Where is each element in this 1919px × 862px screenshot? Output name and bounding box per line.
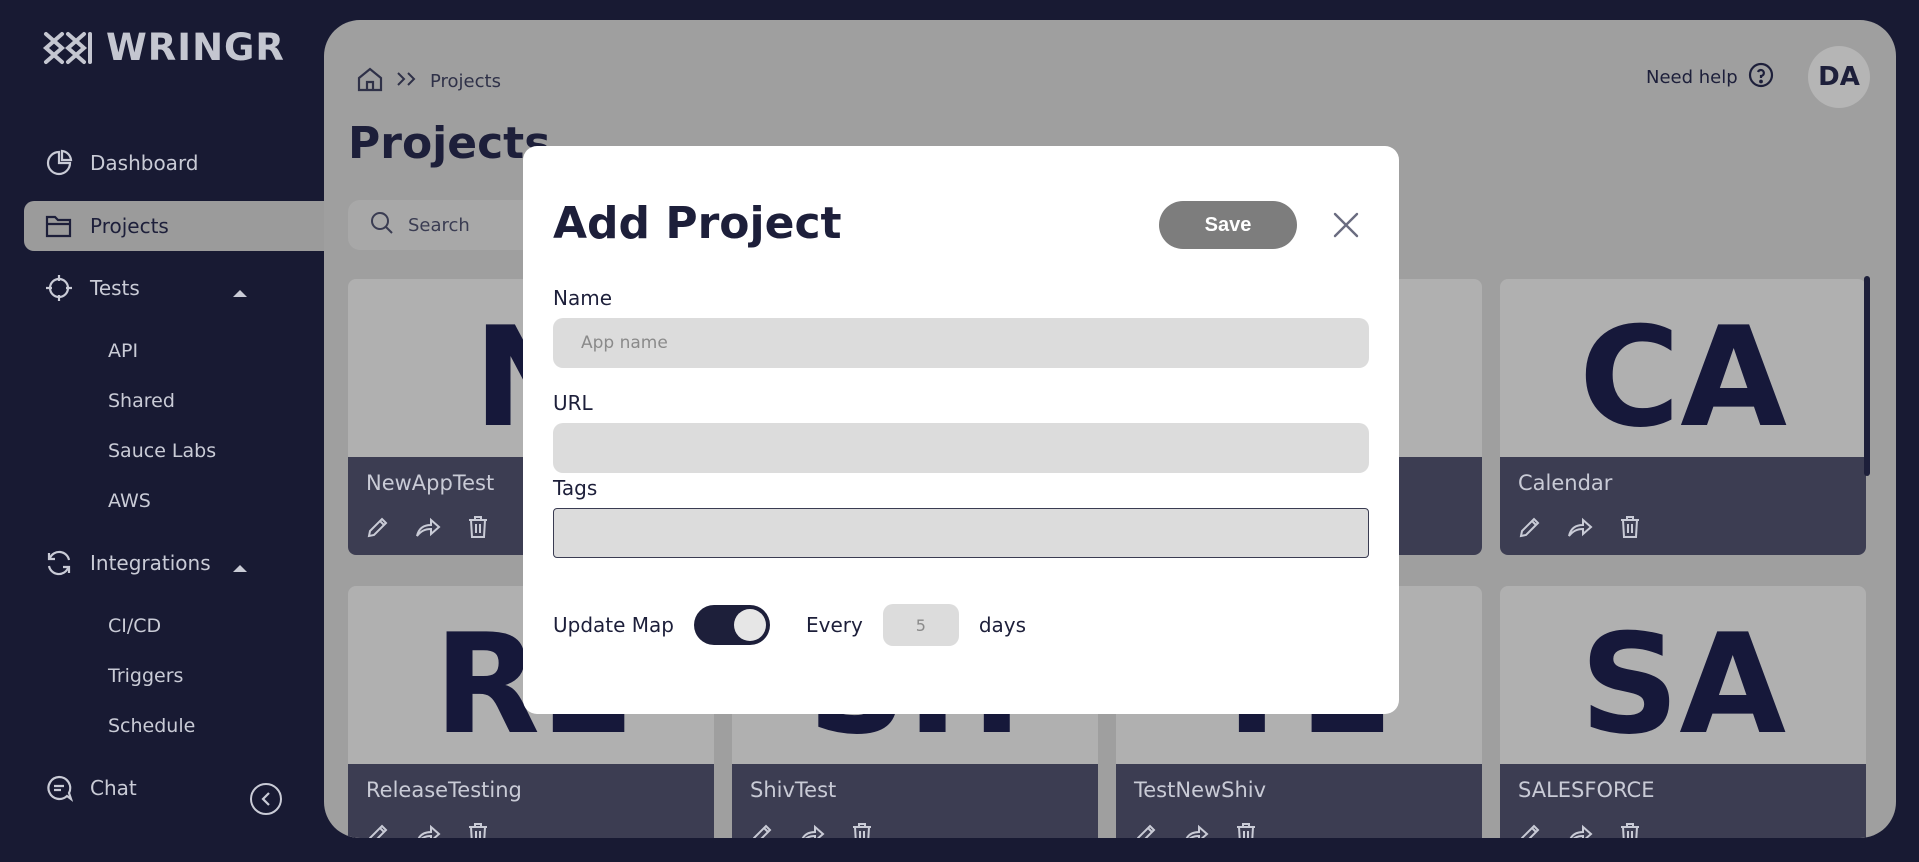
trash-icon[interactable] — [1232, 820, 1260, 838]
project-actions — [364, 513, 492, 541]
help-link[interactable]: Need help — [1646, 62, 1774, 93]
save-button[interactable]: Save — [1159, 201, 1297, 249]
tags-label: Tags — [553, 476, 598, 500]
sidebar-subitem-triggers[interactable]: Triggers — [108, 665, 183, 687]
sidebar-item-tests[interactable]: Tests — [24, 263, 324, 313]
sidebar-item-label: Projects — [90, 214, 169, 238]
chevron-left-icon — [261, 792, 270, 806]
project-name[interactable]: SALESFORCE — [1518, 778, 1654, 802]
project-initials: CA — [1578, 297, 1788, 458]
folder-icon — [44, 211, 74, 241]
breadcrumb-current[interactable]: Projects — [430, 71, 501, 92]
project-card[interactable]: SA SALESFORCE — [1500, 586, 1866, 838]
pie-chart-icon — [44, 148, 74, 178]
edit-icon[interactable] — [364, 820, 392, 838]
sidebar-subitem-schedule[interactable]: Schedule — [108, 715, 195, 737]
scrollbar-thumb[interactable] — [1864, 276, 1870, 476]
sidebar-item-label: Dashboard — [90, 151, 199, 175]
edit-icon[interactable] — [748, 820, 776, 838]
project-card-footer: SALESFORCE — [1500, 764, 1866, 838]
project-card-footer: ReleaseTesting — [348, 764, 714, 838]
page-title: Projects — [348, 118, 551, 169]
avatar[interactable]: DA — [1808, 46, 1870, 108]
edit-icon[interactable] — [1132, 820, 1160, 838]
sidebar-item-projects[interactable]: Projects — [24, 201, 324, 251]
project-actions — [1516, 820, 1644, 838]
sidebar-item-label: Chat — [90, 776, 137, 800]
days-label: days — [978, 613, 1027, 637]
close-icon — [1333, 212, 1359, 238]
toggle-knob — [734, 609, 766, 641]
project-name[interactable]: ReleaseTesting — [366, 778, 522, 802]
tags-field[interactable] — [553, 508, 1369, 558]
sidebar-subitem-shared[interactable]: Shared — [108, 390, 175, 412]
share-icon[interactable] — [1566, 820, 1594, 838]
logo[interactable]: WRINGR — [42, 26, 285, 69]
update-map-toggle[interactable] — [694, 605, 770, 645]
sidebar: WRINGR Dashboard Projects Tests API Shar… — [0, 0, 324, 862]
name-label: Name — [553, 286, 613, 310]
sidebar-subitem-cicd[interactable]: CI/CD — [108, 615, 161, 637]
search-icon — [370, 211, 394, 240]
trash-icon[interactable] — [464, 513, 492, 541]
project-card-footer: Calendar — [1500, 457, 1866, 555]
edit-icon[interactable] — [1516, 513, 1544, 541]
trash-icon[interactable] — [1616, 820, 1644, 838]
sidebar-subitem-sauce-labs[interactable]: Sauce Labs — [108, 440, 216, 462]
refresh-icon — [44, 548, 74, 578]
search-placeholder: Search — [408, 214, 470, 236]
question-circle-icon — [1748, 62, 1774, 93]
url-field[interactable] — [553, 423, 1369, 473]
share-icon[interactable] — [414, 820, 442, 838]
share-icon[interactable] — [798, 820, 826, 838]
share-icon[interactable] — [1182, 820, 1210, 838]
crosshair-icon — [44, 273, 74, 303]
project-card-footer: ShivTest — [732, 764, 1098, 838]
project-initials: SA — [1579, 604, 1787, 765]
collapse-sidebar-button[interactable] — [250, 783, 282, 815]
edit-icon[interactable] — [364, 513, 392, 541]
edit-icon[interactable] — [1516, 820, 1544, 838]
project-actions — [1132, 820, 1260, 838]
sidebar-item-label: Tests — [90, 276, 140, 300]
chevron-up-icon[interactable] — [232, 554, 248, 578]
project-card[interactable]: CA Calendar — [1500, 279, 1866, 555]
project-name[interactable]: Calendar — [1518, 471, 1612, 495]
sidebar-item-integrations[interactable]: Integrations — [24, 538, 324, 588]
name-field[interactable]: App name — [553, 318, 1369, 368]
logo-text: WRINGR — [106, 26, 285, 69]
add-project-modal: Add Project Save Name App name URL Tags … — [523, 146, 1399, 714]
share-icon[interactable] — [1566, 513, 1594, 541]
name-placeholder: App name — [581, 333, 668, 353]
project-name[interactable]: NewAppTest — [366, 471, 494, 495]
project-actions — [364, 820, 492, 838]
trash-icon[interactable] — [1616, 513, 1644, 541]
url-label: URL — [553, 391, 593, 415]
modal-title: Add Project — [553, 198, 842, 249]
chat-icon — [44, 773, 74, 803]
project-actions — [748, 820, 876, 838]
sidebar-item-dashboard[interactable]: Dashboard — [24, 138, 324, 188]
sidebar-subitem-aws[interactable]: AWS — [108, 490, 151, 512]
close-button[interactable] — [1329, 208, 1363, 242]
update-map-label: Update Map — [553, 613, 674, 637]
every-label: Every — [806, 613, 863, 637]
sidebar-subitem-api[interactable]: API — [108, 340, 138, 362]
breadcrumb: Projects — [356, 66, 501, 97]
help-label: Need help — [1646, 67, 1738, 88]
sidebar-item-label: Integrations — [90, 551, 211, 575]
update-map-row: Update Map Every 5 days — [553, 604, 1026, 646]
home-icon[interactable] — [356, 66, 384, 97]
trash-icon[interactable] — [464, 820, 492, 838]
double-chevron-right-icon — [396, 71, 418, 92]
project-card-footer: TestNewShiv — [1116, 764, 1482, 838]
project-actions — [1516, 513, 1644, 541]
chevron-up-icon[interactable] — [232, 279, 248, 303]
every-days-input[interactable]: 5 — [882, 604, 959, 646]
project-name[interactable]: TestNewShiv — [1134, 778, 1266, 802]
share-icon[interactable] — [414, 513, 442, 541]
wringr-logo-icon — [42, 31, 92, 64]
trash-icon[interactable] — [848, 820, 876, 838]
project-name[interactable]: ShivTest — [750, 778, 836, 802]
